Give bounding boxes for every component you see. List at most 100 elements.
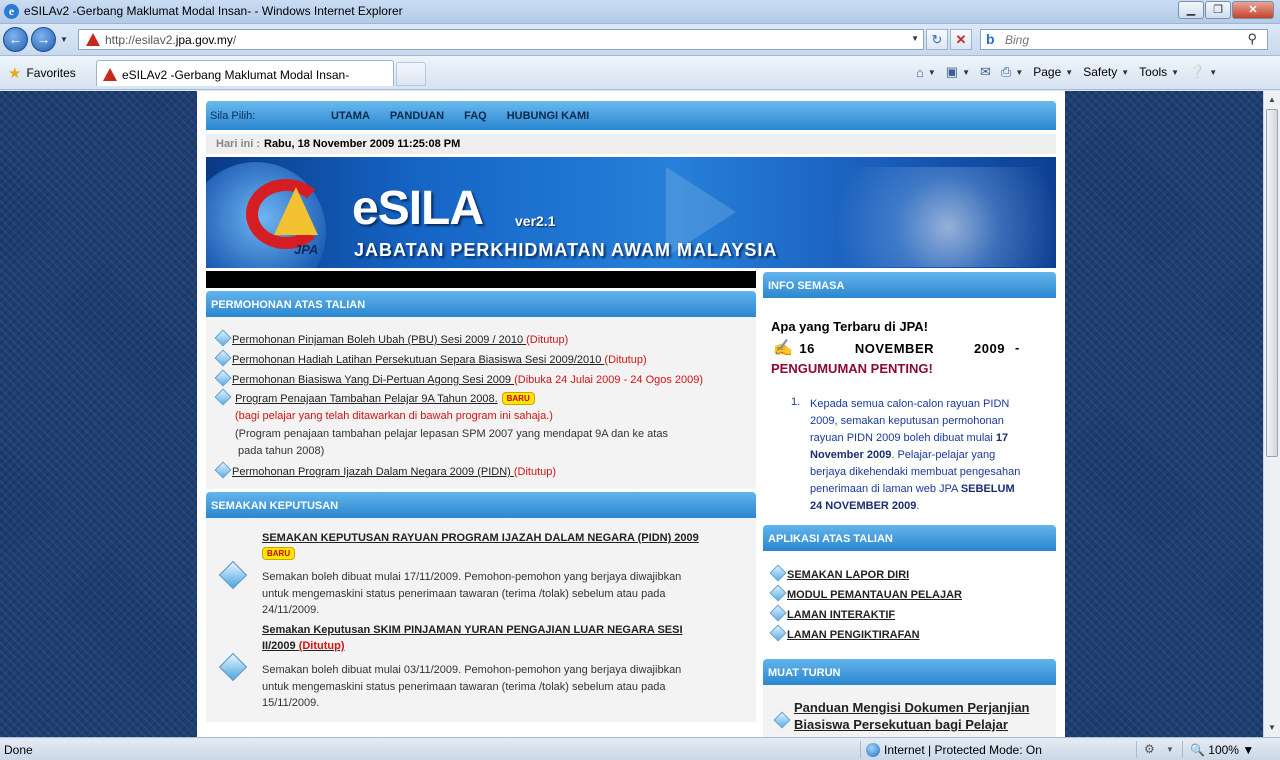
safety-menu[interactable]: Safety bbox=[1083, 65, 1117, 79]
url-field[interactable]: http://esilav2.jpa.gov.my/ ▼ bbox=[78, 29, 924, 50]
print-icon[interactable]: ⎙ bbox=[1001, 64, 1011, 80]
popup-blocker-icon[interactable]: ⚙ bbox=[1144, 742, 1155, 756]
pen-hand-icon: ✍ bbox=[773, 340, 794, 357]
bullet-icon bbox=[775, 713, 787, 727]
internet-zone-icon bbox=[866, 743, 880, 757]
list-item: Permohonan Biasiswa Yang Di-Pertuan Agon… bbox=[216, 371, 703, 386]
muat-turun-header: MUAT TURUN bbox=[763, 659, 1056, 685]
bullet-icon bbox=[216, 390, 228, 404]
title-bar: e eSILAv2 -Gerbang Maklumat Modal Insan-… bbox=[0, 0, 1280, 24]
maximize-button[interactable]: ❐ bbox=[1205, 1, 1231, 19]
bullet-icon bbox=[216, 371, 228, 385]
bullet-icon bbox=[771, 586, 783, 600]
status-text: Done bbox=[4, 743, 33, 757]
info-date: ✍ 16 NOVEMBER 2009- bbox=[773, 340, 1020, 357]
today-date: Rabu, 18 November 2009 11:25:08 PM bbox=[264, 138, 461, 150]
command-bar: ⌂ ▼ ▣ ▼ ✉ ⎙ ▼ Page ▼ Safety ▼ Tools ▼ ❔ ▼ bbox=[916, 64, 1218, 80]
search-box[interactable]: b ⚲ bbox=[980, 29, 1268, 50]
permohonan-header: PERMOHONAN ATAS TALIAN bbox=[206, 291, 756, 317]
info-semasa-header: INFO SEMASA bbox=[763, 272, 1056, 298]
bing-logo-icon: b bbox=[986, 31, 995, 47]
brand-title: eSILA bbox=[352, 182, 484, 235]
aplikasi-link-pengiktirafan[interactable]: LAMAN PENGIKTIRAFAN bbox=[787, 629, 920, 641]
semakan-skim-link-2[interactable]: II/2009 bbox=[262, 640, 299, 652]
aplikasi-link-pemantauan[interactable]: MODUL PEMANTAUAN PELAJAR bbox=[787, 589, 962, 601]
announcement-title: PENGUMUMAN PENTING! bbox=[771, 361, 933, 376]
info-heading: Apa yang Terbaru di JPA! bbox=[771, 319, 928, 334]
brand-version: ver2.1 bbox=[515, 213, 556, 229]
star-icon: ★ bbox=[8, 65, 22, 82]
menu-item-faq[interactable]: FAQ bbox=[464, 110, 487, 122]
ie-logo-icon: e bbox=[4, 4, 19, 19]
permohonan-link[interactable]: Permohonan Biasiswa Yang Di-Pertuan Agon… bbox=[232, 374, 514, 386]
help-icon[interactable]: ❔ bbox=[1189, 64, 1205, 80]
marquee-bar bbox=[206, 271, 756, 288]
arrow-diamond-icon bbox=[220, 562, 244, 588]
list-item: Program Penajaan Tambahan Pelajar 9A Tah… bbox=[216, 390, 535, 405]
announcement-text: Kepada semua calon-calon rayuan PIDN 200… bbox=[810, 398, 1021, 512]
page-container: Sila Pilih: UTAMA PANDUAN FAQ HUBUNGI KA… bbox=[197, 91, 1065, 737]
semakan-header: SEMAKAN KEPUTUSAN bbox=[206, 492, 756, 518]
aplikasi-link-lapor-diri[interactable]: SEMAKAN LAPOR DIRI bbox=[787, 569, 909, 581]
scroll-thumb[interactable] bbox=[1266, 109, 1278, 457]
muat-turun-panel: Panduan Mengisi Dokumen Perjanjian Biasi… bbox=[763, 685, 1056, 737]
permohonan-link[interactable]: Program Penajaan Tambahan Pelajar 9A Tah… bbox=[235, 393, 498, 405]
header-banner: JPA eSILA ver2.1 JABATAN PERKHIDMATAN AW… bbox=[206, 157, 1056, 268]
today-bar: Hari ini : Rabu, 18 November 2009 11:25:… bbox=[206, 134, 1056, 154]
list-item: Permohonan Pinjaman Boleh Ubah (PBU) Ses… bbox=[216, 331, 568, 346]
aplikasi-link-interaktif[interactable]: LAMAN INTERAKTIF bbox=[787, 609, 895, 621]
new-tab-button[interactable] bbox=[396, 62, 426, 86]
zoom-level[interactable]: 🔍 100% ▼ bbox=[1190, 743, 1254, 757]
list-item: Permohonan Hadiah Latihan Persekutuan Se… bbox=[216, 351, 647, 366]
stop-button[interactable]: ✕ bbox=[950, 29, 972, 50]
tools-menu[interactable]: Tools bbox=[1139, 65, 1167, 79]
permohonan-link[interactable]: Permohonan Pinjaman Boleh Ubah (PBU) Ses… bbox=[232, 334, 526, 346]
bullet-icon bbox=[771, 626, 783, 640]
back-button[interactable]: ← bbox=[3, 27, 28, 52]
mail-icon[interactable]: ✉ bbox=[980, 64, 991, 80]
feeds-icon[interactable]: ▣ bbox=[946, 64, 958, 80]
bullet-icon bbox=[771, 566, 783, 580]
semakan-pidn-link[interactable]: SEMAKAN KEPUTUSAN RAYUAN PROGRAM IJAZAH … bbox=[262, 532, 699, 544]
browser-tab[interactable]: eSILAv2 -Gerbang Maklumat Modal Insan- bbox=[96, 60, 394, 86]
bullet-icon bbox=[216, 351, 228, 365]
info-semasa-panel: Apa yang Terbaru di JPA! ✍ 16 NOVEMBER 2009… bbox=[763, 298, 1056, 520]
close-button[interactable]: ✕ bbox=[1232, 1, 1274, 19]
baru-badge: BARU bbox=[501, 392, 535, 405]
bullet-icon bbox=[216, 463, 228, 477]
search-icon[interactable]: ⚲ bbox=[1247, 31, 1257, 47]
permohonan-panel: Permohonan Pinjaman Boleh Ubah (PBU) Ses… bbox=[206, 317, 756, 489]
menu-item-panduan[interactable]: PANDUAN bbox=[390, 110, 444, 122]
menu-item-utama[interactable]: UTAMA bbox=[331, 110, 370, 122]
tab-favicon-icon bbox=[103, 68, 117, 81]
scroll-down-icon[interactable]: ▼ bbox=[1265, 720, 1279, 736]
permohonan-link[interactable]: Permohonan Program Ijazah Dalam Negara 2… bbox=[232, 466, 514, 478]
baru-badge: BARU bbox=[262, 547, 296, 560]
brand-subtitle: JABATAN PERKHIDMATAN AWAM MALAYSIA bbox=[354, 240, 778, 260]
page-menu[interactable]: Page bbox=[1033, 65, 1061, 79]
url-dropdown-icon[interactable]: ▼ bbox=[911, 34, 919, 43]
security-zone[interactable]: Internet | Protected Mode: On bbox=[866, 743, 1042, 757]
semakan-panel: SEMAKAN KEPUTUSAN RAYUAN PROGRAM IJAZAH … bbox=[206, 518, 756, 722]
minimize-button[interactable]: ▁ bbox=[1178, 1, 1204, 19]
favorites-bar: ★ Favorites eSILAv2 -Gerbang Maklumat Mo… bbox=[0, 56, 1280, 90]
menu-item-hubungi[interactable]: HUBUNGI KAMI bbox=[507, 110, 590, 122]
refresh-button[interactable]: ↻ bbox=[926, 29, 948, 50]
semakan-skim-link[interactable]: Semakan Keputusan SKIM PINJAMAN YURAN PE… bbox=[262, 624, 683, 636]
muat-turun-link[interactable]: Panduan Mengisi Dokumen Perjanjian Biasi… bbox=[794, 699, 1044, 733]
favorites-button[interactable]: ★ Favorites bbox=[8, 64, 76, 82]
bullet-icon bbox=[771, 606, 783, 620]
recent-pages-dropdown-icon[interactable]: ▼ bbox=[60, 35, 68, 44]
forward-button[interactable]: → bbox=[31, 27, 56, 52]
permohonan-link[interactable]: Permohonan Hadiah Latihan Persekutuan Se… bbox=[232, 354, 604, 366]
window-title: eSILAv2 -Gerbang Maklumat Modal Insan- -… bbox=[24, 4, 403, 18]
home-icon[interactable]: ⌂ bbox=[916, 65, 924, 80]
list-item: Permohonan Program Ijazah Dalam Negara 2… bbox=[216, 463, 556, 478]
vertical-scrollbar[interactable]: ▲ ▼ bbox=[1263, 91, 1280, 737]
address-bar: ← → ▼ http://esilav2.jpa.gov.my/ ▼ ↻ ✕ b… bbox=[0, 24, 1280, 56]
status-bar: Done Internet | Protected Mode: On ⚙ ▼ 🔍… bbox=[0, 737, 1280, 760]
aplikasi-header: APLIKASI ATAS TALIAN bbox=[763, 525, 1056, 551]
scroll-up-icon[interactable]: ▲ bbox=[1265, 92, 1279, 108]
search-input[interactable] bbox=[1005, 32, 1235, 47]
bullet-icon bbox=[216, 331, 228, 345]
